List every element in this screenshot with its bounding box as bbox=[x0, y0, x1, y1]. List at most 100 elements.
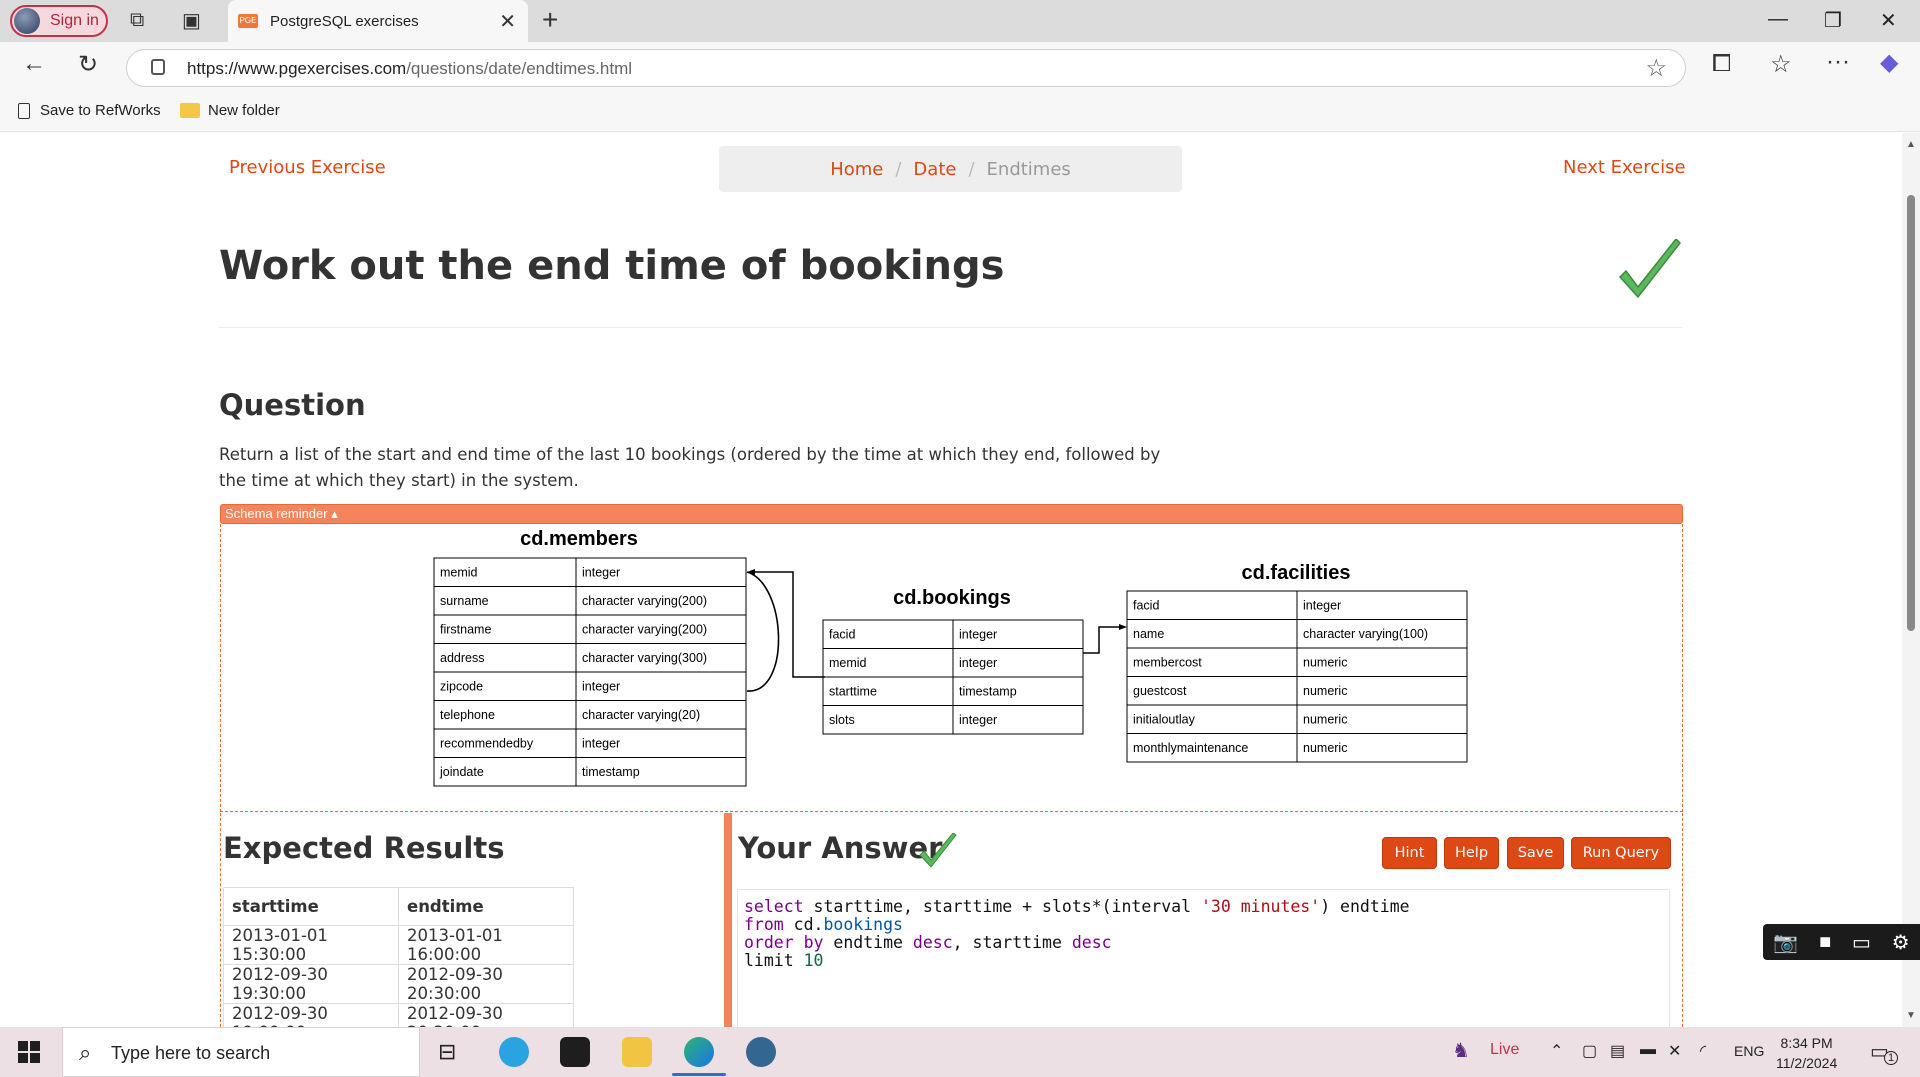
settings-gear-icon[interactable]: ⚙ bbox=[1892, 930, 1910, 955]
schema-column-name: facid bbox=[829, 628, 855, 642]
bookmarks-bar: Save to RefWorks New folder bbox=[0, 94, 1920, 132]
favorites-icon[interactable]: ☆ bbox=[1770, 50, 1792, 79]
schema-column-type: character varying(20) bbox=[582, 708, 700, 722]
video-icon[interactable]: ■ bbox=[1819, 931, 1831, 954]
save-button[interactable]: Save bbox=[1507, 837, 1564, 869]
battery-icon[interactable]: ▬ bbox=[1640, 1041, 1656, 1059]
show-hidden-icons-icon[interactable]: ⌃ bbox=[1550, 1041, 1563, 1061]
bookmark-save-to-refworks[interactable]: Save to RefWorks bbox=[18, 102, 161, 119]
workspaces-icon[interactable]: ⧉ bbox=[130, 9, 144, 32]
bookmark-new-folder[interactable]: New folder bbox=[180, 102, 280, 119]
schema-column-name: memid bbox=[829, 656, 867, 670]
cell-starttime: 2012-09-30 19:30:00 bbox=[223, 964, 399, 1004]
page-scrollbar[interactable]: ▲ ▼ bbox=[1902, 133, 1920, 1027]
minimize-icon[interactable]: — bbox=[1768, 8, 1788, 31]
schema-reminder-toggle[interactable]: Schema reminder ▴ bbox=[220, 504, 1683, 524]
windows-taskbar: ⌕ Type here to search ⊟ ♞ Live ⌃ ▢ ▤ ▬ ✕… bbox=[0, 1027, 1920, 1077]
run-query-button[interactable]: Run Query bbox=[1571, 837, 1671, 869]
pycharm-icon[interactable] bbox=[560, 1037, 590, 1067]
schema-column-type: integer bbox=[959, 628, 997, 642]
search-placeholder: Type here to search bbox=[111, 1043, 271, 1063]
tablet-icon[interactable]: ▤ bbox=[1610, 1041, 1625, 1061]
page-viewport: Previous Exercise Home / Date / Endtimes… bbox=[0, 133, 1920, 1027]
url-field[interactable]: https://www.pgexercises.com/questions/da… bbox=[126, 49, 1686, 87]
schema-column-name: monthlymaintenance bbox=[1133, 741, 1248, 755]
windows-start-icon[interactable] bbox=[18, 1041, 40, 1063]
live-label[interactable]: Live bbox=[1490, 1041, 1519, 1059]
language-indicator[interactable]: ENG bbox=[1734, 1043, 1764, 1059]
question-text: Return a list of the start and end time … bbox=[219, 445, 1161, 490]
help-button[interactable]: Help bbox=[1444, 837, 1499, 869]
schema-column-type: integer bbox=[959, 713, 997, 727]
facid-relation-line bbox=[1083, 626, 1124, 654]
address-bar-row: ← ↻ https://www.pgexercises.com/question… bbox=[0, 42, 1920, 94]
question-heading: Question bbox=[219, 388, 366, 422]
page-title: Work out the end time of bookings bbox=[219, 243, 1005, 289]
sign-in-button[interactable]: Sign in bbox=[10, 5, 108, 37]
window-icon[interactable]: ▭ bbox=[1852, 930, 1871, 955]
restore-icon[interactable]: ❐ bbox=[1824, 8, 1842, 33]
sql-code[interactable]: select starttime, starttime + slots*(int… bbox=[744, 898, 1410, 970]
schema-column-type: numeric bbox=[1303, 656, 1347, 670]
facilities-table: cd.facilities facid integer name character v… bbox=[1126, 562, 1468, 763]
file-explorer-icon[interactable] bbox=[622, 1037, 652, 1067]
task-view-icon[interactable]: ⊟ bbox=[438, 1039, 456, 1065]
next-exercise-link[interactable]: Next Exercise bbox=[1563, 157, 1686, 178]
scroll-down-icon[interactable]: ▼ bbox=[1906, 1010, 1916, 1021]
panel-resize-handle[interactable] bbox=[724, 813, 732, 1027]
cell-endtime: 2013-01-01 16:00:00 bbox=[398, 925, 574, 965]
active-app-indicator bbox=[672, 1073, 726, 1076]
schema-panel: cd.members memid integer surname character v… bbox=[220, 524, 1683, 812]
favorite-star-icon[interactable]: ☆ bbox=[1645, 54, 1667, 83]
device-icon[interactable]: ▢ bbox=[1582, 1041, 1597, 1061]
back-arrow-icon[interactable]: ← bbox=[22, 50, 46, 78]
clock-date: 11/2/2024 bbox=[1776, 1055, 1838, 1071]
sql-editor[interactable]: select starttime, starttime + slots*(int… bbox=[737, 889, 1670, 1027]
schema-column-name: membercost bbox=[1133, 656, 1202, 670]
schema-column-name: firstname bbox=[440, 623, 491, 637]
extensions-icon[interactable]: ⧠ bbox=[1712, 50, 1731, 78]
lock-icon bbox=[151, 59, 165, 75]
search-icon: ⌕ bbox=[79, 1040, 92, 1065]
close-tab-icon[interactable]: ✕ bbox=[499, 9, 516, 34]
postgresql-icon[interactable] bbox=[746, 1037, 776, 1067]
schema-column-name: surname bbox=[440, 594, 489, 608]
sign-in-label: Sign in bbox=[50, 12, 99, 29]
tab-actions-icon[interactable]: ▣ bbox=[182, 8, 201, 33]
speaker-muted-icon[interactable]: ✕ bbox=[1668, 1041, 1681, 1061]
scrollbar-thumb[interactable] bbox=[1907, 195, 1915, 631]
schema-column-name: recommendedby bbox=[440, 737, 534, 751]
edge-browser-icon[interactable] bbox=[684, 1037, 714, 1067]
hint-button[interactable]: Hint bbox=[1382, 837, 1437, 869]
schema-column-name: starttime bbox=[829, 685, 877, 699]
breadcrumb-date[interactable]: Date bbox=[913, 159, 956, 180]
folder-icon bbox=[180, 103, 200, 118]
wifi-icon[interactable]: ◜ bbox=[1700, 1041, 1706, 1061]
schema-column-type: integer bbox=[582, 680, 620, 694]
tab-title: PostgreSQL exercises bbox=[270, 12, 419, 30]
table-row: 2013-01-01 15:30:00 2013-01-01 16:00:00 bbox=[223, 925, 574, 965]
cell-endtime: 2012-09-30 20:30:00 bbox=[398, 1003, 574, 1027]
code-line: from cd.bookings bbox=[744, 915, 903, 934]
recommendedby-relation-line bbox=[746, 571, 780, 692]
camera-icon[interactable]: 📷 bbox=[1773, 930, 1798, 955]
taskbar-search[interactable]: ⌕ Type here to search bbox=[62, 1027, 420, 1077]
live-app-icon[interactable]: ♞ bbox=[1452, 1038, 1470, 1063]
schema-column-name: zipcode bbox=[440, 680, 483, 694]
new-tab-icon[interactable]: + bbox=[542, 4, 558, 36]
breadcrumb-home[interactable]: Home bbox=[830, 159, 883, 180]
tab-pgexercises[interactable]: PGE PostgreSQL exercises ✕ bbox=[228, 0, 528, 42]
refresh-icon[interactable]: ↻ bbox=[78, 50, 98, 79]
breadcrumb: Home / Date / Endtimes bbox=[719, 146, 1182, 192]
scroll-up-icon[interactable]: ▲ bbox=[1906, 139, 1916, 150]
clock[interactable]: 8:34 PM 11/2/2024 bbox=[1776, 1033, 1837, 1073]
copilot-icon[interactable]: ◆ bbox=[1880, 48, 1898, 77]
url-text: https://www.pgexercises.com/questions/da… bbox=[187, 59, 633, 78]
avatar bbox=[14, 8, 40, 34]
window-close-icon[interactable]: ✕ bbox=[1880, 8, 1897, 33]
schema-table-title: cd.bookings bbox=[893, 587, 1011, 609]
telegram-icon[interactable] bbox=[499, 1037, 529, 1067]
bookings-table: cd.bookings facid integer memid integer start… bbox=[822, 587, 1084, 735]
previous-exercise-link[interactable]: Previous Exercise bbox=[229, 157, 386, 178]
more-options-icon[interactable]: ··· bbox=[1826, 48, 1850, 76]
